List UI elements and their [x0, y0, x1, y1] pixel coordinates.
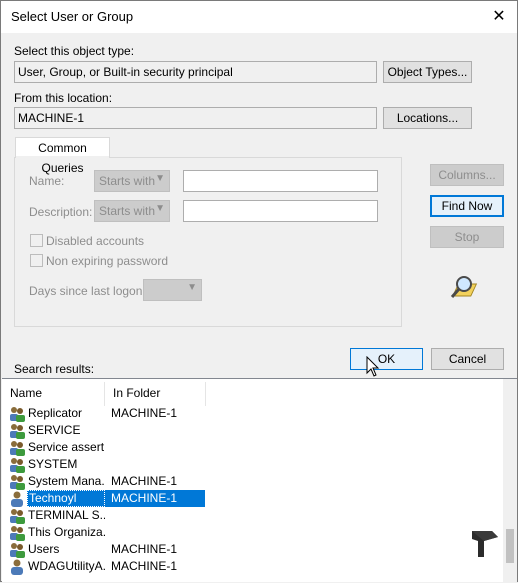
name-mode-value: Starts with: [99, 174, 156, 188]
user-icon: [8, 491, 26, 507]
row-name: System Mana...: [28, 474, 105, 488]
common-queries-panel: Name: Starts with ▼ Description: Starts …: [14, 157, 402, 327]
row-folder: MACHINE-1: [105, 490, 205, 507]
row-folder: MACHINE-1: [111, 406, 178, 420]
stop-button: Stop: [430, 226, 504, 248]
search-results-list[interactable]: Name In Folder Replicator MACHINE-1 SERVIC…: [2, 378, 517, 583]
table-row[interactable]: TERMINAL S...: [2, 507, 502, 524]
description-mode-combo: Starts with ▼: [94, 200, 170, 222]
user-icon: [8, 559, 26, 575]
group-icon: [8, 406, 26, 422]
tab-joint: [16, 156, 109, 158]
name-mode-combo: Starts with ▼: [94, 170, 170, 192]
days-since-logon-combo: ▼: [143, 279, 202, 301]
disabled-accounts-checkbox: [30, 234, 43, 247]
column-header-name[interactable]: Name: [2, 382, 105, 406]
object-type-label: Select this object type:: [14, 44, 135, 58]
watermark-logo: [472, 531, 498, 557]
scrollbar-thumb[interactable]: [506, 529, 514, 563]
days-since-last-logon-label: Days since last logon:: [29, 284, 146, 298]
row-folder: MACHINE-1: [111, 559, 178, 573]
row-name: Service assert...: [28, 440, 105, 454]
window-title: Select User or Group: [11, 9, 134, 24]
columns-button: Columns...: [430, 164, 504, 186]
row-folder: MACHINE-1: [111, 474, 178, 488]
table-row[interactable]: System Mana... MACHINE-1: [2, 473, 502, 490]
description-mode-value: Starts with: [99, 204, 156, 218]
group-icon: [8, 440, 26, 456]
table-row[interactable]: Replicator MACHINE-1: [2, 405, 502, 422]
cancel-button[interactable]: Cancel: [431, 348, 504, 370]
tab-common-queries[interactable]: Common Queries: [15, 137, 110, 175]
group-icon: [8, 508, 26, 524]
select-user-or-group-dialog: Select User or Group ✕ Select this objec…: [0, 0, 518, 583]
group-icon: [8, 457, 26, 473]
row-name: TERMINAL S...: [28, 508, 105, 522]
table-row[interactable]: WDAGUtilityA... MACHINE-1: [2, 558, 502, 575]
group-icon: [8, 525, 26, 541]
results-scrollbar[interactable]: [503, 379, 517, 583]
name-input[interactable]: [183, 170, 378, 192]
table-row[interactable]: This Organiza...: [2, 524, 502, 541]
table-row[interactable]: SYSTEM: [2, 456, 502, 473]
column-header-in-folder[interactable]: In Folder: [105, 382, 206, 406]
row-name: Users: [28, 542, 60, 556]
chevron-down-icon: ▼: [155, 203, 165, 214]
table-row[interactable]: SERVICE: [2, 422, 502, 439]
locations-button[interactable]: Locations...: [383, 107, 472, 129]
search-results-label: Search results:: [14, 362, 95, 376]
table-row[interactable]: Users MACHINE-1: [2, 541, 502, 558]
description-label: Description:: [29, 205, 93, 219]
group-icon: [8, 542, 26, 558]
chevron-down-icon: ▼: [187, 282, 197, 293]
find-now-button[interactable]: Find Now: [430, 195, 504, 217]
group-icon: [8, 474, 26, 490]
row-name: SERVICE: [28, 423, 81, 437]
location-field: MACHINE-1: [14, 107, 377, 129]
ok-button[interactable]: OK: [350, 348, 423, 370]
location-label: From this location:: [14, 91, 113, 105]
chevron-down-icon: ▼: [155, 173, 165, 184]
row-folder: MACHINE-1: [111, 542, 178, 556]
row-name: This Organiza...: [28, 525, 105, 539]
non-expiring-password-checkbox: [30, 254, 43, 267]
disabled-accounts-label: Disabled accounts: [46, 234, 145, 248]
table-row[interactable]: Technoyl MACHINE-1: [2, 490, 502, 507]
row-name: Technoyl: [27, 490, 105, 507]
object-types-button[interactable]: Object Types...: [383, 61, 472, 83]
table-row[interactable]: Service assert...: [2, 439, 502, 456]
title-bar: Select User or Group ✕: [1, 1, 517, 33]
row-name: Replicator: [28, 406, 83, 420]
row-name: SYSTEM: [28, 457, 78, 471]
group-icon: [8, 423, 26, 439]
search-magnifier-icon: [450, 276, 478, 298]
non-expiring-password-label: Non expiring password: [46, 254, 169, 268]
mouse-cursor-icon: [366, 356, 380, 377]
object-type-field: User, Group, or Built-in security princi…: [14, 61, 377, 83]
description-input[interactable]: [183, 200, 378, 222]
close-icon[interactable]: ✕: [487, 5, 511, 29]
row-name: WDAGUtilityA...: [28, 559, 105, 573]
